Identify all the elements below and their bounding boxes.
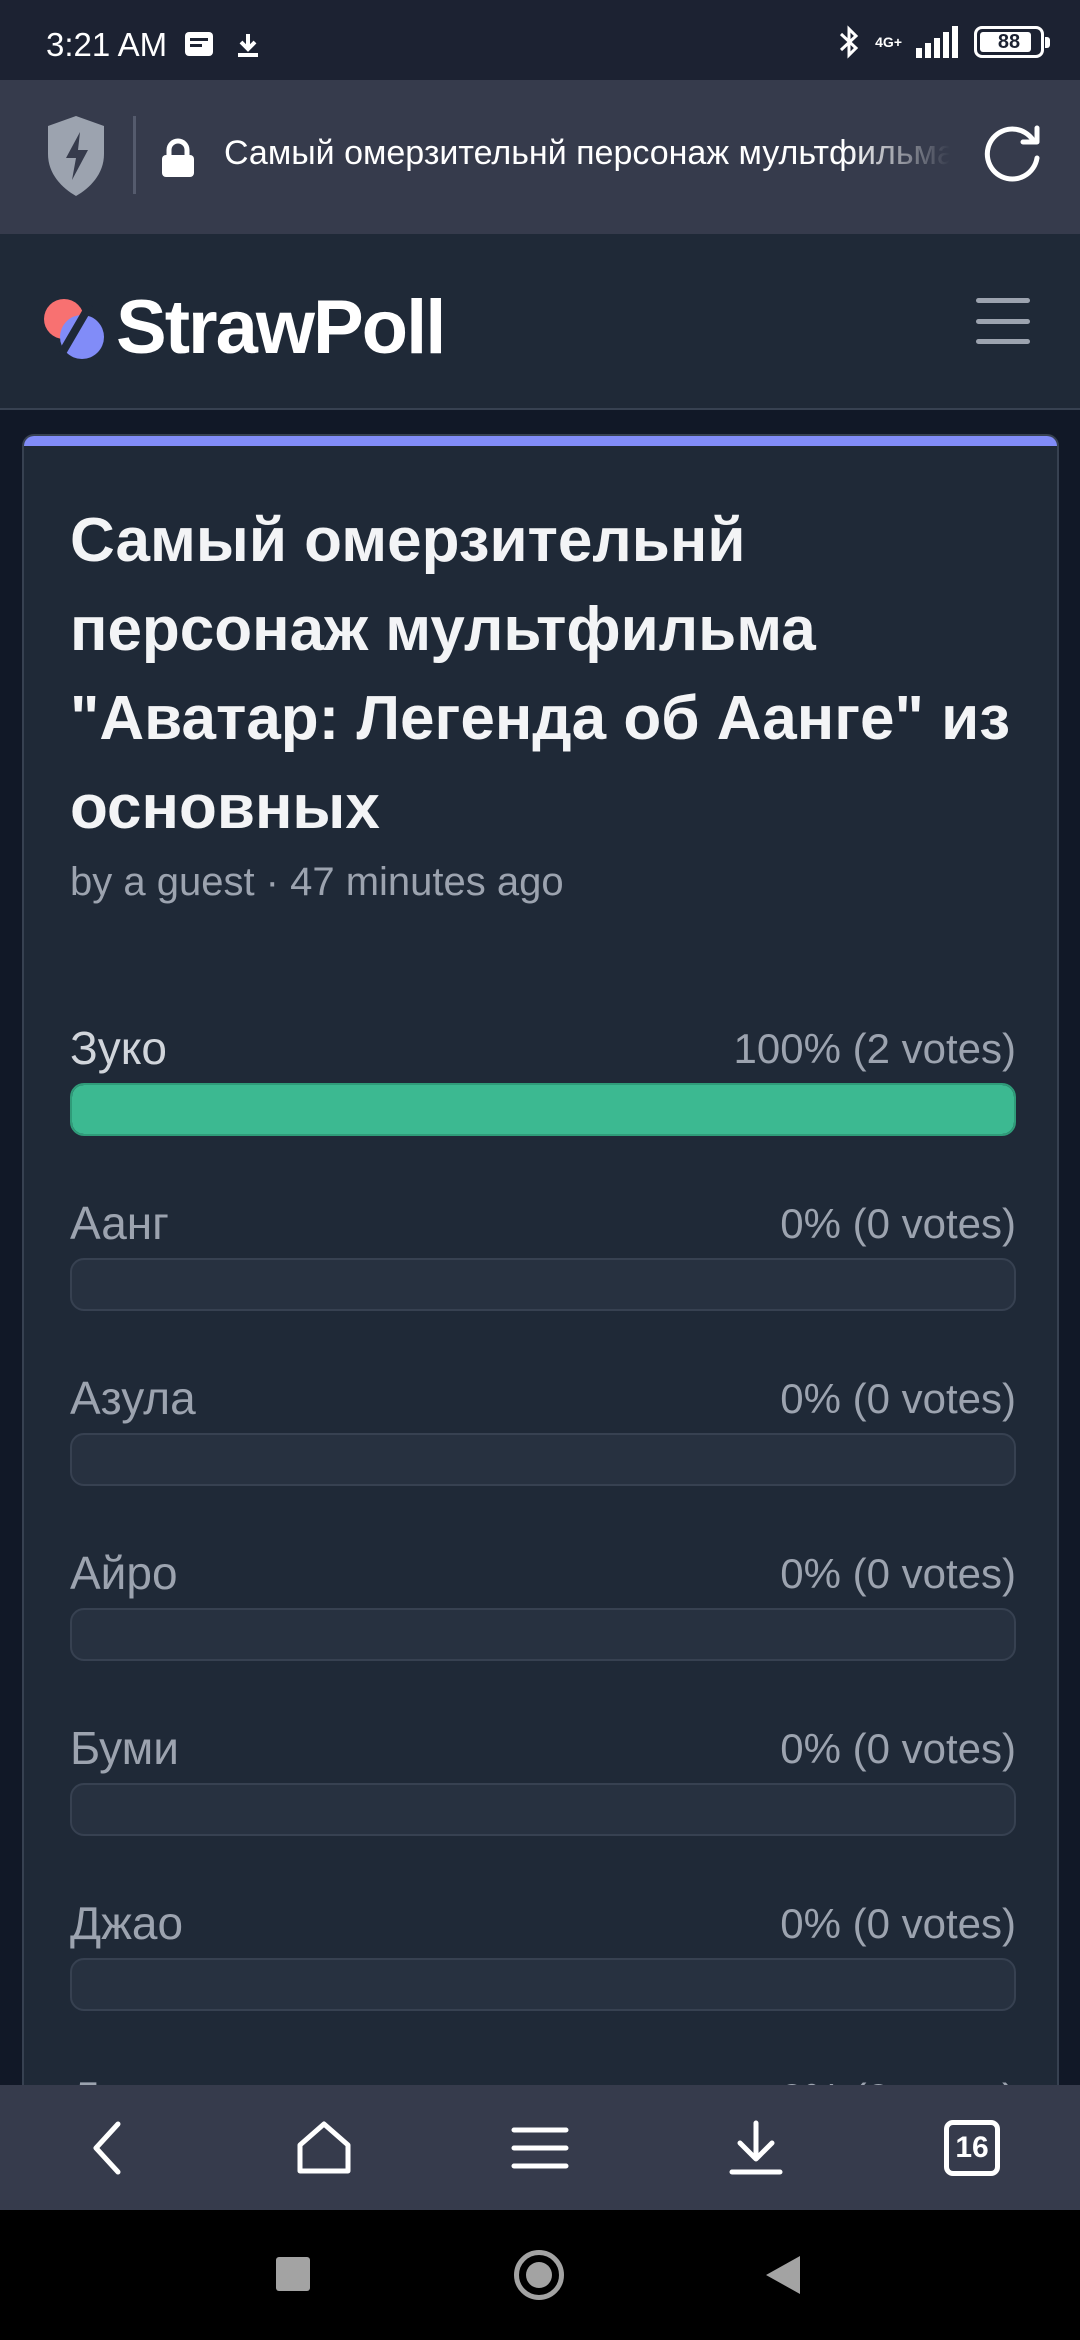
menu-line [976,298,1030,303]
tab-count: 16 [944,2119,1000,2176]
option-result: 100% (2 votes) [733,1025,1016,1072]
back-triangle-icon[interactable] [766,2256,800,2294]
download-icon [729,2120,783,2174]
battery-level: 88 [997,30,1021,53]
option-label: Джао [70,1897,184,1949]
poll-option: Зуко 100% (2 votes) [70,1021,1016,1196]
option-result: 0% (0 votes) [780,1550,1016,1597]
option-result: 0% (0 votes) [780,1200,1016,1247]
option-label: Зуко [70,1022,168,1074]
browser-bottom-nav: 16 [0,2085,1080,2210]
menu-line [976,318,1030,324]
poll-title: Самый омерзительнй персонаж мультфильма … [70,506,1011,842]
site-header: StrawPoll [0,234,1080,410]
option-result: 0% (0 votes) [780,1725,1016,1772]
chevron-left-icon [93,2121,121,2174]
battery-icon: 88 [974,26,1050,58]
download-status-icon [238,34,258,57]
option-progress-bar [70,1608,1016,1661]
browser-url-bar: Самый омерзительнй персонаж мультфильма … [0,80,1080,234]
home-icon [297,2121,351,2173]
signal-icon [916,26,958,58]
option-label: Азула [70,1372,196,1424]
option-result: 0% (0 votes) [780,1900,1016,1947]
option-label: Аанг [70,1197,169,1249]
poll-option: Айро 0% (0 votes) [70,1546,1016,1721]
poll-option: Джао 0% (0 votes) [70,1896,1016,2071]
option-result: 0% (0 votes) [780,1375,1016,1422]
reload-icon[interactable] [983,122,1045,184]
hamburger-menu-icon[interactable] [976,298,1030,344]
option-progress-bar [70,1958,1016,2011]
option-label: Айро [70,1547,178,1599]
option-progress-bar [70,1258,1016,1311]
poll-option: Азула 0% (0 votes) [70,1371,1016,1546]
network-type: 4G+ [875,34,902,50]
status-bar: 3:21 AM 4G+ 88 [0,0,1080,80]
home-button[interactable] [264,2085,384,2210]
downloads-button[interactable] [696,2085,816,2210]
recents-icon[interactable] [276,2257,310,2291]
logo-text: StrawPoll [116,285,446,370]
system-nav-bar [0,2210,1080,2340]
notification-icons [184,31,262,59]
option-progress-bar [70,1783,1016,1836]
option-label: Буми [70,1722,179,1774]
home-circle-icon[interactable] [514,2250,564,2300]
option-progress-bar [70,1433,1016,1486]
poll-results-card: Самый омерзительнй персонаж мультфильма … [22,434,1059,2134]
back-button[interactable] [48,2085,168,2210]
bluetooth-icon [840,25,859,59]
strawpoll-logo-icon [44,298,104,359]
menu-button[interactable] [480,2085,600,2210]
menu-icon [511,2127,569,2168]
url-input[interactable]: Самый омерзительнй персонаж мультфильма … [224,134,950,180]
shield-icon[interactable] [44,114,108,198]
url-divider [133,116,136,194]
option-progress-fill [72,1085,1014,1134]
news-icon [185,32,213,56]
poll-option: Аанг 0% (0 votes) [70,1196,1016,1371]
status-time: 3:21 AM [46,26,168,63]
poll-meta: by a guest · 47 minutes ago [70,860,564,904]
option-progress-bar [70,1083,1016,1136]
lock-icon [162,138,194,177]
menu-line [976,339,1030,344]
poll-option: Буми 0% (0 votes) [70,1721,1016,1896]
strawpoll-logo[interactable]: StrawPoll [42,284,446,371]
tabs-button[interactable]: 16 [912,2085,1032,2210]
card-accent-bar [24,436,1057,446]
